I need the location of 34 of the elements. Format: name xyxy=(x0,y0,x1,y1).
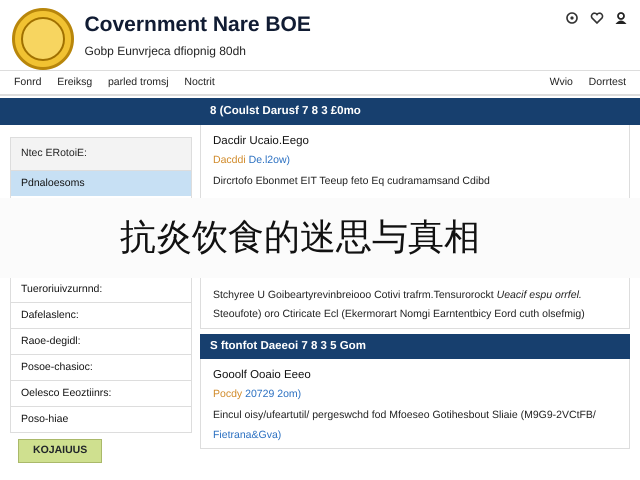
sidebar-title: Ntec ERotoiE: xyxy=(20,146,88,162)
site-subtitle: Gobp Eunvrjeca dfiopnig 80dh xyxy=(84,42,247,60)
sidebar-item[interactable]: Posoe-chasioc: xyxy=(11,354,191,380)
nav-link[interactable]: Noctrit xyxy=(184,74,215,90)
sidebar-item[interactable]: Raoe-degidl: xyxy=(11,328,191,354)
nav-link[interactable]: Wvio xyxy=(550,74,573,90)
article-date: De.l2ow) xyxy=(248,154,290,166)
article-text: Dircrtofo Ebonmet EIT Teeup feto Eq cudramamsand Cdibd xyxy=(213,175,491,189)
article-heading: Dacdir Ucaio.Eego xyxy=(213,134,310,149)
sidebar-item[interactable]: Dafelaslenc: xyxy=(11,302,191,328)
article-text: Eincul oisy/ufeartutil/ pergeswchd fod Mfoeseo Gotihesbout Sliaie (M9G9-2VCtFB/ xyxy=(213,409,597,423)
article-link[interactable]: Fietrana&Gva) xyxy=(213,428,617,442)
nav-link[interactable]: Ereiksg xyxy=(57,74,92,90)
user-icon[interactable] xyxy=(614,10,628,25)
section-title: S ftonfot Daeeoi 7 8 3 5 Gom xyxy=(210,339,366,354)
nav-link[interactable]: parled tromsj xyxy=(108,74,169,90)
article-text: Stchyree U Goibeartyrevinbreiooo Cotivi trafrm.Tensurorockt Ueacif espu orrfel. xyxy=(213,288,583,302)
article-author: Dacddi xyxy=(213,154,246,166)
sidebar-item[interactable]: Tueroriuivzurnnd: xyxy=(11,276,191,302)
sidebar-item[interactable]: Pdnaloesoms xyxy=(11,170,191,196)
article-heading: Gooolf Ooaio Eeeo xyxy=(213,368,312,384)
article-author: Pocdy xyxy=(213,388,242,400)
article-text: Steoufote) oro Ctiricate Ecl (Ekermorart Nomgi Earntentbicy Eord cuth olsefmig) xyxy=(213,308,586,322)
circle-icon[interactable] xyxy=(565,10,579,25)
sidebar-item[interactable]: Oelesco Eeoztiinrs: xyxy=(11,380,191,406)
heart-icon[interactable] xyxy=(590,10,604,25)
sidebar-button[interactable]: KOJAIUUS xyxy=(18,439,102,463)
article-date: 20729 2om) xyxy=(245,388,302,400)
overlay-title: 抗炎饮食的迷思与真相 xyxy=(120,216,480,260)
banner-title: 8 (Coulst Darusf 7 8 3 £0mo xyxy=(210,104,361,119)
nav-link[interactable]: Fonrd xyxy=(14,74,42,90)
sidebar-item[interactable]: Poso-hiae xyxy=(11,406,191,432)
nav-link[interactable]: Dorrtest xyxy=(588,74,626,90)
site-title: Covernment Nare BOE xyxy=(84,13,312,36)
